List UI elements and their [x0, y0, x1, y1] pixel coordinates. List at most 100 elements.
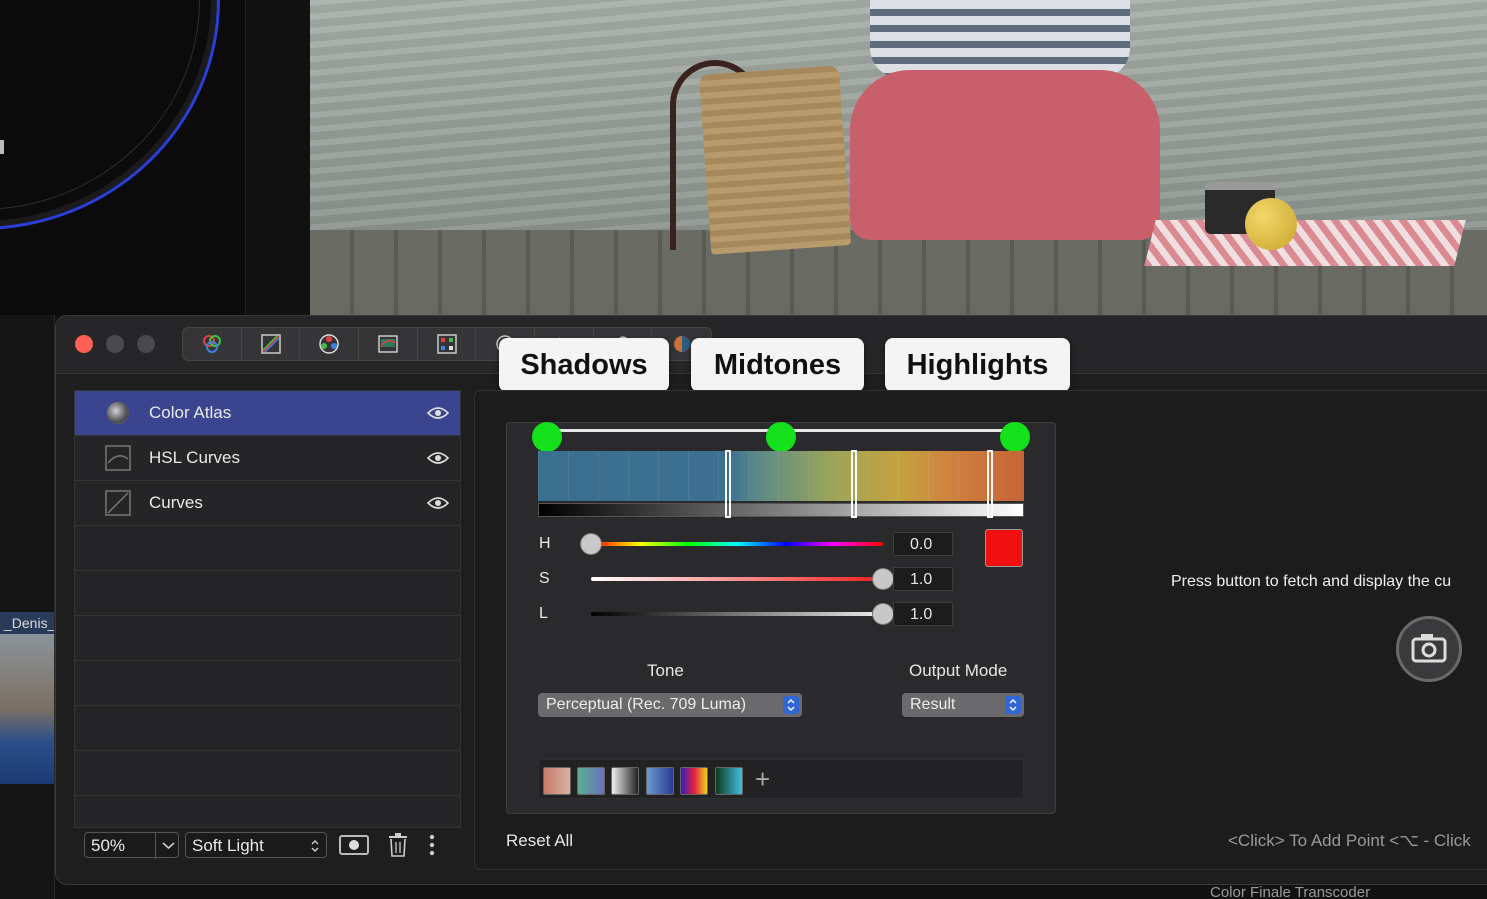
close-button[interactable] [75, 335, 93, 353]
minimize-button[interactable] [106, 335, 124, 353]
preset-swatch[interactable] [680, 767, 708, 795]
lightness-slider-knob[interactable] [872, 603, 894, 625]
blend-mode-value: Soft Light [192, 836, 264, 855]
highlights-marker[interactable] [986, 450, 993, 518]
shadows-handle[interactable] [532, 422, 562, 452]
viewer-bag [698, 65, 852, 255]
vectorscope [0, 0, 246, 315]
updown-arrows-icon [311, 840, 319, 852]
add-point-hint: <Click> To Add Point <⌥ - Click [1228, 831, 1471, 850]
fetch-message: Press button to fetch and display the cu [1171, 573, 1452, 590]
hue-slider[interactable] [591, 542, 883, 546]
mask-tool-icon [673, 336, 690, 352]
layer-row-empty [75, 706, 460, 751]
lightness-value[interactable]: 1.0 [893, 602, 953, 626]
preset-swatch[interactable] [646, 767, 674, 795]
shadows-marker[interactable] [724, 450, 731, 518]
saturation-slider[interactable] [591, 577, 883, 581]
color-atlas-icon [107, 402, 129, 424]
eye-icon[interactable] [427, 496, 449, 510]
saturation-label: S [539, 570, 550, 587]
more-options-icon[interactable] [429, 834, 435, 856]
output-mode-value: Result [910, 696, 956, 713]
scope-tick [0, 140, 4, 154]
viewer-divider [246, 0, 310, 315]
chevron-down-icon [162, 842, 175, 850]
color-swatch[interactable] [985, 529, 1023, 567]
layer-row-empty [75, 661, 460, 706]
blend-mode-select[interactable]: Soft Light [185, 832, 327, 858]
tool-color-atlas[interactable] [418, 328, 477, 360]
transcoder-title: Color Finale Transcoder [1210, 884, 1371, 899]
gradient-grid [538, 451, 1024, 501]
hue-slider-knob[interactable] [580, 533, 602, 555]
lightness-label: L [539, 605, 548, 622]
opacity-value: 50% [91, 836, 126, 855]
zoom-button[interactable] [137, 335, 155, 353]
tone-range-line [532, 422, 1030, 452]
preset-swatch[interactable] [611, 767, 639, 795]
fetch-camera-button[interactable] [1396, 616, 1462, 682]
tool-curves[interactable] [242, 328, 301, 360]
tab-midtones[interactable]: Midtones [691, 338, 864, 392]
layer-name: Color Atlas [149, 403, 232, 422]
reset-all-button[interactable]: Reset All [506, 831, 573, 851]
opacity-field[interactable]: 50% [84, 832, 180, 859]
hsl-curves-icon [105, 445, 131, 471]
layer-row-empty [75, 571, 460, 616]
tool-hsl-curves[interactable] [359, 328, 418, 360]
layer-name: Curves [149, 493, 203, 512]
layer-row-hsl-curves[interactable]: HSL Curves [75, 436, 460, 481]
curves-icon [105, 490, 131, 516]
updown-arrows-icon [783, 696, 799, 714]
luma-bar [538, 503, 1024, 517]
saturation-slider-knob[interactable] [872, 568, 894, 590]
tab-highlights[interactable]: Highlights [885, 338, 1070, 392]
highlights-handle[interactable] [1000, 422, 1030, 452]
hue-value[interactable]: 0.0 [893, 532, 953, 556]
mask-button[interactable] [339, 835, 369, 855]
output-mode-select[interactable]: Result [902, 693, 1024, 717]
layer-list: Color Atlas HSL Curves Curves [74, 390, 461, 828]
clip-label: _Denis_ [0, 612, 54, 634]
tone-select[interactable]: Perceptual (Rec. 709 Luma) [538, 693, 802, 717]
midtones-handle[interactable] [766, 422, 796, 452]
browser-strip [0, 315, 55, 899]
saturation-value[interactable]: 1.0 [893, 567, 953, 591]
midtones-marker[interactable] [850, 450, 857, 518]
tone-label: Tone [647, 661, 684, 680]
layer-name: HSL Curves [149, 448, 241, 467]
layer-row-empty [75, 526, 460, 571]
opacity-dropdown[interactable] [155, 833, 180, 859]
preset-swatch[interactable] [577, 767, 605, 795]
camera-icon [1411, 634, 1447, 663]
layer-row-empty [75, 616, 460, 661]
preset-swatch[interactable] [715, 767, 743, 795]
color-atlas-tool-icon [436, 334, 457, 354]
preset-swatch[interactable] [543, 767, 571, 795]
tone-value: Perceptual (Rec. 709 Luma) [546, 696, 747, 713]
eye-icon[interactable] [427, 406, 449, 420]
add-preset-icon[interactable]: + [755, 765, 770, 793]
lightness-slider[interactable] [591, 612, 883, 616]
curves-tool-icon [260, 334, 281, 354]
video-viewer [310, 0, 1487, 315]
layer-controls: 50% Soft Light [84, 832, 454, 860]
tool-color-board[interactable] [183, 328, 242, 360]
output-mode-label: Output Mode [909, 661, 1008, 680]
viewer-lemon [1245, 198, 1297, 250]
preset-strip: + [538, 759, 1024, 799]
layer-row-empty [75, 751, 460, 796]
color-board-icon [202, 335, 221, 353]
updown-arrows-icon [1005, 696, 1021, 714]
layer-row-color-atlas[interactable]: Color Atlas [75, 391, 460, 436]
trash-icon[interactable] [387, 832, 409, 858]
color-finale-window: Shadows Midtones Highlights Color Atlas [55, 315, 1487, 885]
tab-shadows[interactable]: Shadows [499, 338, 669, 392]
clip-thumbnail[interactable] [0, 634, 54, 784]
color-wheels-icon [319, 334, 339, 354]
layer-row-curves[interactable]: Curves [75, 481, 460, 526]
app-root: _Denis_ Color Finale Transcoder Shadows … [0, 0, 1487, 899]
tool-color-wheels[interactable] [300, 328, 360, 360]
eye-icon[interactable] [427, 451, 449, 465]
